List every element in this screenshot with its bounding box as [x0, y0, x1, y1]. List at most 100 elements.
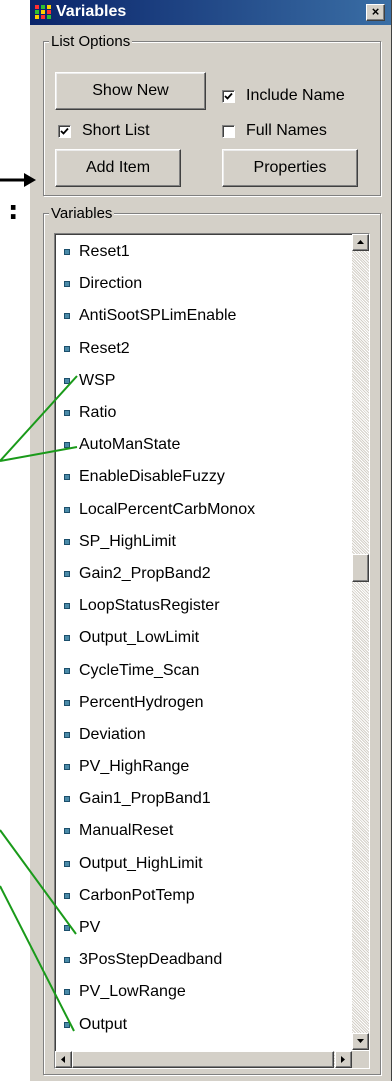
variable-name: AntiSootSPLimEnable	[79, 307, 237, 325]
vertical-scrollbar[interactable]	[352, 234, 369, 1050]
scroll-up-button[interactable]	[352, 234, 369, 251]
screenshot-stage: Variables × List Options Show New Includ…	[0, 0, 392, 1081]
variable-bullet-icon	[64, 989, 70, 996]
short-list-checkbox-box[interactable]	[58, 124, 71, 138]
annotation-colon: :	[8, 196, 19, 226]
include-name-checkbox[interactable]: Include Name	[222, 87, 345, 105]
list-item[interactable]: PV_HighRange	[55, 751, 338, 783]
list-item[interactable]: PercentHydrogen	[55, 687, 338, 719]
list-item[interactable]: Deviation	[55, 719, 338, 751]
list-item[interactable]: Output_HighLimit	[55, 848, 338, 880]
variable-bullet-icon	[64, 1021, 70, 1028]
variable-name: CycleTime_Scan	[79, 661, 200, 679]
variable-name: PV_HighRange	[79, 758, 190, 776]
variable-name: Gain2_PropBand2	[79, 564, 211, 582]
variable-name: Reset1	[79, 243, 130, 261]
variable-name: 3PosStepDeadband	[79, 951, 223, 969]
show-new-button[interactable]: Show New	[55, 72, 206, 110]
variables-window: Variables × List Options Show New Includ…	[29, 0, 392, 1081]
list-item[interactable]: 3PosStepDeadband	[55, 944, 338, 976]
variable-bullet-icon	[64, 538, 70, 545]
full-names-checkbox[interactable]: Full Names	[222, 122, 327, 140]
add-item-button[interactable]: Add Item	[55, 149, 181, 187]
variable-name: EnableDisableFuzzy	[79, 468, 225, 486]
list-item[interactable]: WSP	[55, 365, 338, 397]
checkmark-icon	[60, 127, 69, 135]
list-item[interactable]: Reset2	[55, 333, 338, 365]
variable-bullet-icon	[64, 925, 70, 932]
variable-name: PV_LowRange	[79, 983, 186, 1001]
variable-bullet-icon	[64, 249, 70, 256]
arrow-right-icon	[341, 1056, 345, 1063]
list-item[interactable]: Gain1_PropBand1	[55, 783, 338, 815]
variable-bullet-icon	[64, 667, 70, 674]
variables-group-label: Variables	[49, 205, 115, 222]
list-item[interactable]: LoopStatusRegister	[55, 590, 338, 622]
properties-label: Properties	[253, 159, 327, 176]
list-item[interactable]: CycleTime_Scan	[55, 654, 338, 686]
variable-bullet-icon	[64, 410, 70, 417]
variable-bullet-icon	[64, 377, 70, 384]
variable-bullet-icon	[64, 474, 70, 481]
title-bar[interactable]: Variables ×	[30, 0, 391, 25]
scroll-left-button[interactable]	[55, 1051, 72, 1068]
list-item[interactable]: ManualReset	[55, 815, 338, 847]
list-item[interactable]: AntiSootSPLimEnable	[55, 300, 338, 332]
short-list-label: Short List	[82, 122, 150, 139]
full-names-label: Full Names	[246, 122, 327, 139]
variable-name: Output	[79, 1015, 128, 1033]
variable-name: LoopStatusRegister	[79, 597, 220, 615]
close-button[interactable]: ×	[366, 4, 385, 21]
variable-bullet-icon	[64, 860, 70, 867]
variable-bullet-icon	[64, 635, 70, 642]
variable-name: ManualReset	[79, 822, 174, 840]
scroll-right-button[interactable]	[335, 1051, 352, 1068]
properties-button[interactable]: Properties	[222, 149, 358, 187]
list-item[interactable]: Reset1	[55, 236, 338, 268]
list-item[interactable]: Ratio	[55, 397, 338, 429]
variable-bullet-icon	[64, 281, 70, 288]
short-list-checkbox[interactable]: Short List	[58, 122, 150, 140]
variable-bullet-icon	[64, 764, 70, 771]
variables-list-items: Reset1 Direction AntiSootSPLimEnable Reset2…	[55, 236, 338, 1041]
list-item[interactable]: Output_LowLimit	[55, 622, 338, 654]
list-item[interactable]: PV_LowRange	[55, 976, 338, 1008]
list-item[interactable]: PV	[55, 912, 338, 944]
list-item[interactable]: LocalPercentCarbMonox	[55, 494, 338, 526]
variable-bullet-icon	[64, 506, 70, 513]
arrow-down-icon	[357, 1039, 364, 1043]
list-item[interactable]: CarbonPotTemp	[55, 880, 338, 912]
variable-name: Gain1_PropBand1	[79, 790, 211, 808]
list-item[interactable]: Direction	[55, 268, 338, 300]
include-name-checkbox-box[interactable]	[222, 89, 235, 103]
variable-name: PV	[79, 919, 101, 937]
show-new-label: Show New	[92, 82, 169, 99]
variable-name: Reset2	[79, 339, 130, 357]
variable-bullet-icon	[64, 892, 70, 899]
scroll-down-button[interactable]	[352, 1033, 369, 1050]
list-item[interactable]: Output	[55, 1009, 338, 1041]
window-title: Variables	[56, 3, 127, 20]
list-item[interactable]: AutoManState	[55, 429, 338, 461]
horizontal-scroll-thumb[interactable]	[72, 1051, 334, 1068]
scrollbar-corner	[352, 1051, 369, 1068]
horizontal-scrollbar[interactable]	[55, 1051, 352, 1068]
variable-bullet-icon	[64, 796, 70, 803]
checkmark-icon	[224, 92, 233, 100]
list-item[interactable]: SP_HighLimit	[55, 526, 338, 558]
variable-bullet-icon	[64, 828, 70, 835]
variable-bullet-icon	[64, 603, 70, 610]
arrow-left-icon	[61, 1056, 65, 1063]
variable-bullet-icon	[64, 699, 70, 706]
variable-bullet-icon	[64, 570, 70, 577]
variable-name: CarbonPotTemp	[79, 886, 195, 904]
variables-list[interactable]: Reset1 Direction AntiSootSPLimEnable Reset2…	[54, 233, 370, 1069]
variable-bullet-icon	[64, 313, 70, 320]
list-item[interactable]: Gain2_PropBand2	[55, 558, 338, 590]
variables-app-icon	[35, 5, 51, 19]
full-names-checkbox-box[interactable]	[222, 124, 235, 138]
vertical-scroll-thumb[interactable]	[352, 554, 369, 582]
list-options-label: List Options	[49, 33, 133, 50]
list-item[interactable]: EnableDisableFuzzy	[55, 461, 338, 493]
variable-name: Output_LowLimit	[79, 629, 200, 647]
